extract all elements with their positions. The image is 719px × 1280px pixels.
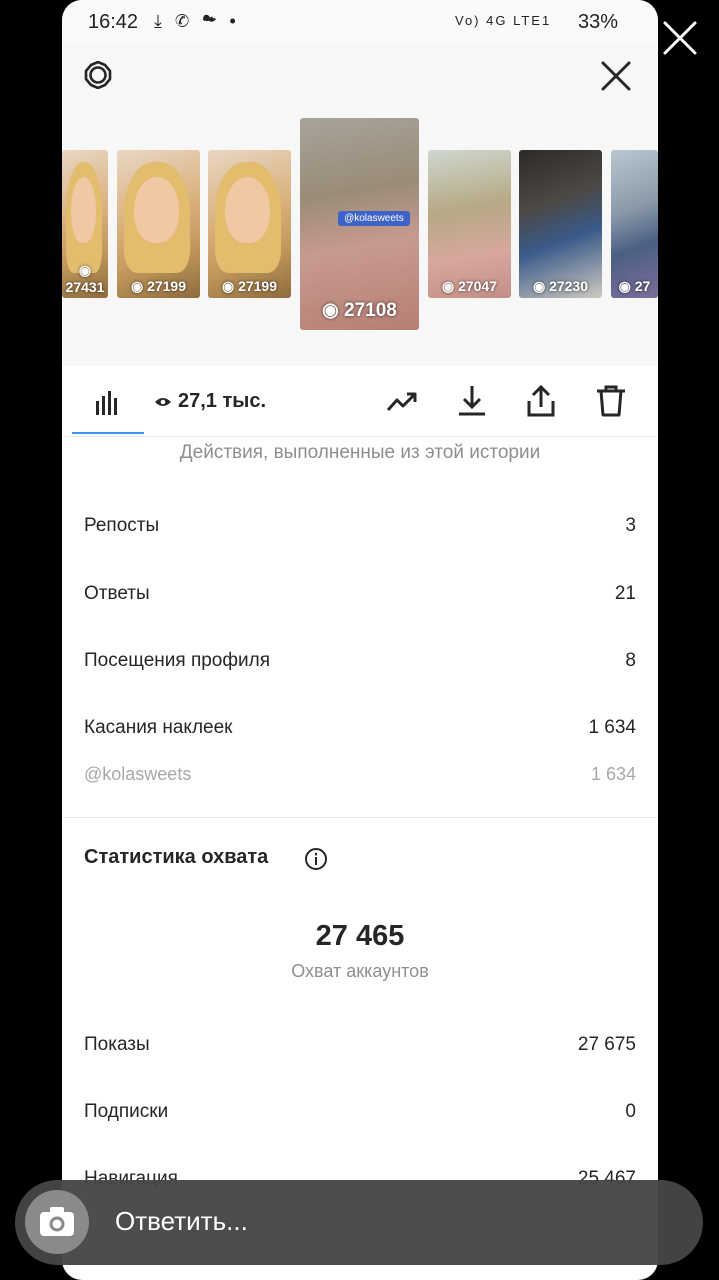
active-tab-indicator — [72, 432, 144, 434]
camera-button[interactable] — [25, 1190, 89, 1254]
story-thumbnail[interactable]: @kolasweets ◉ 27108 — [300, 118, 419, 330]
section-divider — [62, 817, 658, 818]
metric-row: Подписки 0 — [84, 1101, 636, 1123]
network-indicator: Vo) 4G LTE1 — [455, 13, 552, 28]
battery-indicator: 33% — [578, 11, 619, 33]
metric-row: Посещения профиля 8 — [84, 650, 636, 672]
reach-accounts-label: Охват аккаунтов — [291, 961, 429, 981]
metric-label: Показы — [84, 1034, 150, 1055]
metric-row: Показы 27 675 — [84, 1034, 636, 1056]
thumbnail-view-count: ◉ 27108 — [322, 300, 397, 321]
thumbnail-face — [133, 176, 180, 244]
trending-up-icon[interactable] — [384, 383, 420, 419]
metric-label: Посещения профиля — [84, 650, 270, 671]
views-count[interactable]: 27,1 тыс. — [154, 390, 266, 413]
metric-value: 0 — [625, 1101, 636, 1122]
metric-row: @kolasweets 1 634 — [84, 764, 636, 785]
bar-chart-icon[interactable] — [94, 388, 122, 416]
thumbnail-face — [224, 176, 271, 244]
download-icon[interactable] — [454, 383, 490, 419]
thumbnail-view-count: ◉ 27047 — [441, 278, 498, 294]
metric-value: 1 634 — [590, 764, 636, 784]
thumbnail-view-count: ◉ 27230 — [532, 278, 589, 294]
story-thumbnail[interactable]: ◉ 27199 — [208, 150, 291, 298]
status-time: 16:42 — [88, 11, 139, 33]
metric-value: 3 — [625, 515, 636, 536]
metric-label: Касания наклеек — [84, 717, 233, 738]
story-toolbar: 27,1 тыс. — [62, 366, 658, 437]
metric-value: 27 675 — [577, 1034, 636, 1055]
mention-sticker: @kolasweets — [338, 211, 410, 227]
story-thumbnail[interactable]: ◉ 27047 — [428, 150, 511, 298]
status-bar: 16:42 ⤓ ✆ ☁ • Vo) 4G LTE1 33% — [62, 0, 658, 42]
thumbnail-face — [71, 176, 97, 244]
thumbnail-view-count: ◉ 27431 — [65, 262, 105, 295]
metric-value: 21 — [614, 583, 636, 604]
story-carousel-area: ◉ 27431 ◉ 27199 ◉ 27199 @kolasweets ◉ 27108 ◉… — [62, 42, 658, 366]
views-count-label: 27,1 тыс. — [178, 390, 267, 412]
reach-stats-title: Статистика охвата — [84, 846, 269, 868]
thumbnail-view-count: ◉ 27199 — [221, 278, 278, 294]
actions-caption: Действия, выполненные из этой истории — [179, 442, 541, 463]
share-icon[interactable] — [523, 383, 559, 419]
reach-accounts-number: 27 465 — [315, 920, 405, 952]
info-icon[interactable] — [304, 847, 328, 871]
close-icon[interactable] — [600, 60, 632, 92]
trash-icon[interactable] — [593, 383, 629, 419]
metric-value: 1 634 — [588, 717, 636, 738]
metric-label: Репосты — [84, 515, 160, 536]
metric-label: Подписки — [84, 1101, 169, 1122]
metric-row: Репосты 3 — [84, 515, 636, 537]
settings-gear-icon[interactable] — [84, 61, 112, 89]
story-thumbnail[interactable]: ◉ 27199 — [117, 150, 200, 298]
metric-label: @kolasweets — [84, 764, 192, 784]
story-insights-sheet: 16:42 ⤓ ✆ ☁ • Vo) 4G LTE1 33% ◉ 27431 ◉ 2… — [62, 0, 658, 1280]
story-thumbnail[interactable]: ◉ 27230 — [519, 150, 602, 298]
metric-value: 8 — [625, 650, 636, 671]
metric-row: Касания наклеек 1 634 — [84, 717, 636, 739]
metric-label: Ответы — [84, 583, 150, 604]
eye-icon — [155, 397, 171, 406]
thumbnail-view-count: ◉ 27199 — [130, 278, 187, 294]
story-thumbnail[interactable]: ◉ 27 — [611, 150, 658, 298]
reply-input[interactable]: Ответить... — [115, 1206, 248, 1237]
story-thumbnail[interactable]: ◉ 27431 — [62, 150, 108, 298]
close-overlay-icon[interactable] — [662, 20, 698, 56]
reply-bar[interactable]: Ответить... — [15, 1180, 703, 1265]
notification-icons: ⤓ ✆ ☁ • — [154, 11, 240, 31]
camera-icon — [40, 1207, 74, 1236]
metric-row: Ответы 21 — [84, 583, 636, 605]
thumbnail-view-count: ◉ 27 — [618, 278, 651, 294]
